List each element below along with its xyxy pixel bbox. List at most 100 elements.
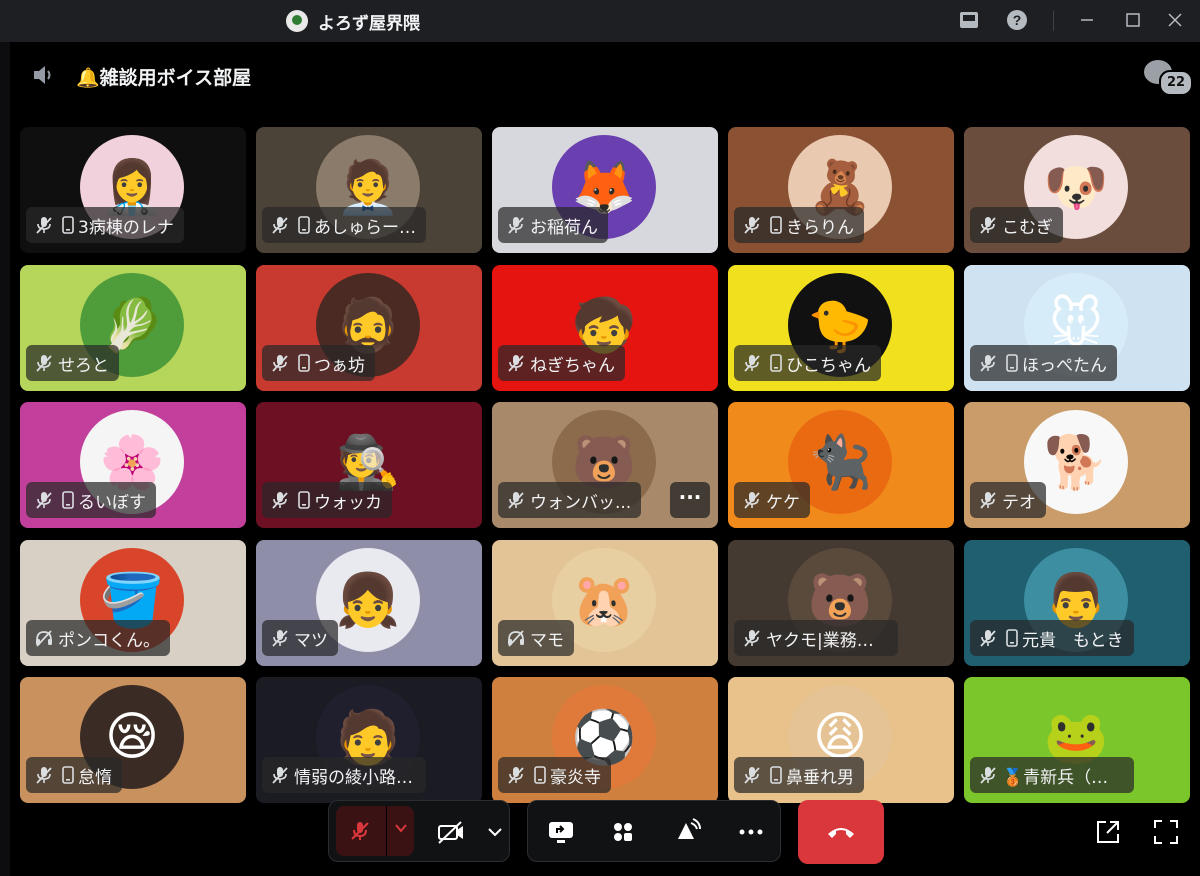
- participant-tile[interactable]: 🐈‍⬛ ケケ: [728, 402, 954, 528]
- chat-count-badge: 22: [1159, 70, 1193, 96]
- participant-tile[interactable]: 🪣 ポンコくん。: [20, 540, 246, 666]
- camera-button[interactable]: [436, 817, 466, 847]
- maximize-icon[interactable]: [1120, 8, 1146, 34]
- tile-more-button[interactable]: ···: [670, 482, 710, 518]
- participant-tile[interactable]: 😩 鼻垂れ男: [728, 677, 954, 803]
- mobile-icon: [766, 215, 782, 235]
- nameplate: テオ: [970, 482, 1046, 518]
- participant-tile[interactable]: 🧔 つぁ坊: [256, 265, 482, 391]
- mute-divider: [386, 806, 387, 856]
- chevron-down-icon: [488, 828, 502, 837]
- soundboard-button[interactable]: [672, 817, 702, 847]
- nameplate: 豪炎寺: [498, 757, 611, 793]
- microphone-muted-icon: [270, 628, 290, 648]
- chat-button[interactable]: 22: [1144, 58, 1193, 96]
- screen-share-icon: [549, 822, 573, 843]
- more-icon: [739, 829, 763, 835]
- mobile-icon: [766, 353, 782, 373]
- minimize-icon[interactable]: [1074, 8, 1100, 34]
- participant-tile[interactable]: 👩‍⚕️ 3病棟のレナ: [20, 127, 246, 253]
- microphone-muted-icon: [742, 215, 762, 235]
- participant-name: ヤクモ|業務用ス...: [766, 630, 888, 651]
- participant-tile[interactable]: 🐭 ほっぺたん: [964, 265, 1190, 391]
- mobile-icon: [294, 353, 310, 373]
- participant-tile[interactable]: 🦊 お稲荷ん: [492, 127, 718, 253]
- microphone-muted-icon: [506, 490, 526, 510]
- nameplate: 情弱の綾小路（...: [262, 757, 426, 793]
- hangup-button[interactable]: [798, 800, 884, 864]
- participant-tile[interactable]: 🥬 せろと: [20, 265, 246, 391]
- participant-tile[interactable]: 🐻ヤクモ|業務用ス...: [728, 540, 954, 666]
- mobile-icon: [58, 215, 74, 235]
- microphone-muted-icon: [978, 765, 998, 785]
- left-strip: [0, 42, 10, 876]
- microphone-muted-icon: [742, 628, 762, 648]
- nameplate: ヤクモ|業務用ス...: [734, 620, 898, 656]
- participant-name: テオ: [1002, 492, 1036, 513]
- nameplate: 鼻垂れ男: [734, 757, 864, 793]
- nameplate: ウォッカ: [262, 482, 392, 518]
- participant-tile[interactable]: 🐤 ひこちゃん: [728, 265, 954, 391]
- participant-tile[interactable]: 🧸 きらりん: [728, 127, 954, 253]
- screen-share-button[interactable]: [546, 817, 576, 847]
- nameplate: ほっぺたん: [970, 345, 1117, 381]
- nameplate: マツ: [262, 620, 338, 656]
- mobile-icon: [766, 765, 782, 785]
- inbox-icon[interactable]: [956, 8, 982, 34]
- participant-tile[interactable]: ⚽ 豪炎寺: [492, 677, 718, 803]
- participant-tile[interactable]: 🧑 情弱の綾小路（...: [256, 677, 482, 803]
- microphone-muted-icon: [506, 353, 526, 373]
- title-bar: よろず屋界隈 ?: [0, 0, 1200, 42]
- participant-tile[interactable]: 🕵️ ウォッカ: [256, 402, 482, 528]
- nameplate: こむぎ: [970, 207, 1063, 243]
- activities-button[interactable]: [608, 817, 638, 847]
- participant-tile[interactable]: 🧒 ねぎちゃん: [492, 265, 718, 391]
- channel-name: 🔔雑談用ボイス部屋: [76, 67, 252, 89]
- participant-name: ウォッカ: [314, 492, 382, 513]
- microphone-muted-icon: [978, 628, 998, 648]
- nameplate: せろと: [26, 345, 119, 381]
- close-icon[interactable]: [1162, 8, 1188, 34]
- participant-name: るいぼす: [78, 492, 146, 513]
- participant-tile[interactable]: 🐹 マモ: [492, 540, 718, 666]
- more-button[interactable]: [736, 817, 766, 847]
- deafened-icon: [34, 628, 54, 648]
- microphone-muted-icon: [506, 215, 526, 235]
- microphone-muted-icon: [270, 490, 290, 510]
- microphone-muted-icon: [270, 353, 290, 373]
- participant-name: こむぎ: [1002, 217, 1053, 238]
- chevron-down-icon[interactable]: [394, 821, 408, 835]
- participant-name: マツ: [294, 630, 328, 651]
- participant-name: 豪炎寺: [550, 767, 601, 788]
- participant-name: ひこちゃん: [786, 355, 871, 376]
- nameplate: 3病棟のレナ: [26, 207, 184, 243]
- mobile-icon: [294, 215, 310, 235]
- participant-tile[interactable]: 🐕 テオ: [964, 402, 1190, 528]
- help-icon[interactable]: ?: [1004, 8, 1030, 34]
- participant-tile[interactable]: 🐸🥉青新兵（あお...: [964, 677, 1190, 803]
- participant-name: ケケ: [766, 492, 800, 513]
- participant-tile[interactable]: 🐶 こむぎ: [964, 127, 1190, 253]
- participant-tile[interactable]: 🐻 ウォンバッ... ···: [492, 402, 718, 528]
- mute-button[interactable]: [336, 806, 414, 856]
- mobile-icon: [294, 490, 310, 510]
- participant-name: ウォンバッ...: [530, 492, 632, 513]
- participant-tile[interactable]: 🌸 るいぼす: [20, 402, 246, 528]
- participant-tile[interactable]: 👧 マツ: [256, 540, 482, 666]
- participant-tile[interactable]: 👨 元貴 もとき: [964, 540, 1190, 666]
- participant-tile[interactable]: 🧑‍💼あしゅらーMa...: [256, 127, 482, 253]
- deafened-icon: [506, 628, 526, 648]
- nameplate: ケケ: [734, 482, 810, 518]
- microphone-muted-icon: [270, 215, 290, 235]
- popout-icon: [1097, 821, 1119, 843]
- mobile-icon: [530, 765, 546, 785]
- camera-options-button[interactable]: [480, 817, 502, 847]
- hangup-icon: [828, 828, 854, 838]
- microphone-muted-icon: [978, 215, 998, 235]
- fullscreen-button[interactable]: [1152, 818, 1180, 846]
- participant-tile[interactable]: 😪 怠惰: [20, 677, 246, 803]
- nameplate: きらりん: [734, 207, 864, 243]
- popout-button[interactable]: [1094, 818, 1122, 846]
- server-icon: [286, 10, 308, 32]
- participant-name: 元貴 もとき: [1022, 630, 1124, 651]
